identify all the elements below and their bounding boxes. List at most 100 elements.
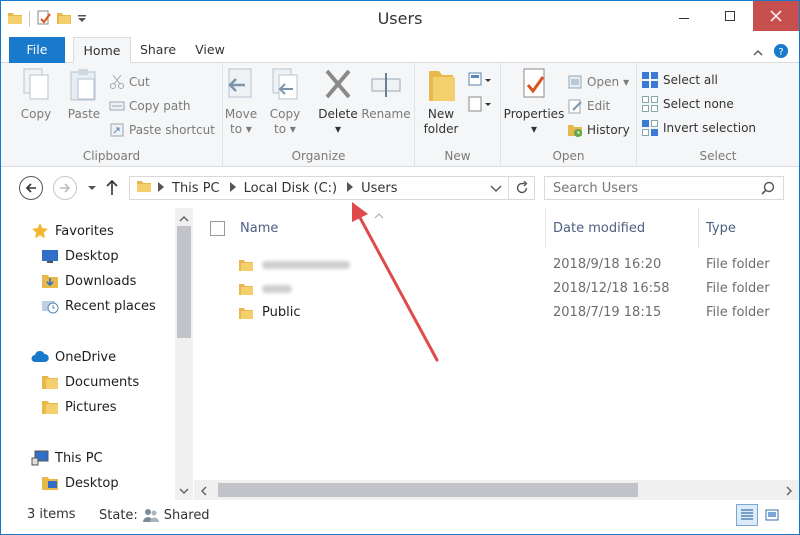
tab-share[interactable]: Share bbox=[133, 37, 183, 63]
redacted-name bbox=[262, 261, 350, 269]
tree-item-this-pc[interactable]: This PC bbox=[31, 446, 103, 470]
rename-button[interactable]: Rename bbox=[361, 67, 411, 122]
tab-home[interactable]: Home bbox=[73, 37, 131, 64]
column-header-name[interactable]: Name bbox=[240, 216, 278, 242]
search-icon[interactable] bbox=[761, 181, 775, 195]
explorer-window: Users File Home Share View ? Copy Paste … bbox=[0, 0, 800, 535]
tab-file[interactable]: File bbox=[9, 37, 65, 63]
minimize-icon bbox=[679, 18, 689, 19]
tab-view[interactable]: View bbox=[187, 37, 233, 63]
tree-item-recent-places[interactable]: Recent places bbox=[41, 294, 156, 318]
new-item-button[interactable] bbox=[467, 69, 493, 91]
invert-selection-button[interactable]: Invert selection bbox=[641, 117, 756, 139]
back-button[interactable] bbox=[19, 176, 43, 200]
nav-pane-scrollbar[interactable] bbox=[175, 208, 193, 500]
copy-to-icon bbox=[272, 68, 298, 100]
collapse-ribbon-icon[interactable] bbox=[753, 46, 763, 60]
paste-button[interactable]: Paste bbox=[61, 67, 107, 122]
table-row[interactable]: 2018/9/18 16:20 File folder bbox=[194, 253, 799, 277]
address-bar[interactable]: This PC Local Disk (C:) Users bbox=[129, 176, 509, 200]
invert-selection-icon bbox=[642, 120, 658, 136]
tree-item-desktop[interactable]: Desktop bbox=[41, 244, 119, 268]
downloads-folder-icon bbox=[42, 275, 58, 288]
select-group: Select all Select none Invert selection … bbox=[637, 63, 799, 167]
desktop-icon bbox=[42, 250, 58, 263]
chevron-right-icon bbox=[158, 181, 164, 196]
search-box[interactable] bbox=[544, 176, 784, 200]
copy-button[interactable]: Copy bbox=[13, 67, 59, 122]
copy-to-button[interactable]: Copy to ▾ bbox=[267, 67, 303, 137]
desktop-folder-icon bbox=[42, 477, 58, 490]
breadcrumb-this-pc[interactable]: This PC bbox=[158, 181, 220, 196]
select-all-checkbox[interactable] bbox=[210, 221, 225, 236]
open-button[interactable]: Open ▾ bbox=[567, 71, 629, 93]
tree-item-documents[interactable]: Documents bbox=[41, 370, 139, 394]
minimize-button[interactable] bbox=[661, 1, 707, 31]
scroll-right-arrow[interactable] bbox=[785, 485, 793, 499]
tree-item-onedrive[interactable]: OneDrive bbox=[31, 345, 116, 369]
easy-access-button[interactable] bbox=[467, 93, 493, 115]
table-row[interactable]: 2018/12/18 16:58 File folder bbox=[194, 277, 799, 301]
sort-arrow-icon bbox=[374, 208, 384, 222]
column-header-date-modified[interactable]: Date modified bbox=[553, 216, 645, 242]
type-cell: File folder bbox=[706, 281, 770, 296]
close-icon bbox=[770, 10, 782, 22]
date-cell: 2018/7/19 18:15 bbox=[553, 305, 662, 320]
scroll-down-arrow[interactable] bbox=[179, 484, 189, 498]
cloud-icon bbox=[31, 350, 49, 362]
forward-button[interactable] bbox=[53, 176, 77, 200]
properties-button[interactable]: Properties ▾ bbox=[503, 67, 565, 137]
maximize-button[interactable] bbox=[707, 1, 753, 31]
cut-button[interactable]: Cut bbox=[109, 71, 150, 93]
tree-item-downloads[interactable]: Downloads bbox=[41, 269, 136, 293]
help-icon[interactable]: ? bbox=[773, 43, 789, 62]
scroll-thumb[interactable] bbox=[177, 226, 191, 338]
file-list-horizontal-scrollbar[interactable] bbox=[194, 480, 799, 500]
arrow-left-icon bbox=[25, 183, 36, 193]
breadcrumb-users[interactable]: Users bbox=[347, 181, 398, 196]
search-input[interactable] bbox=[545, 177, 745, 199]
column-header-type[interactable]: Type bbox=[706, 216, 736, 242]
folder-icon bbox=[42, 376, 58, 389]
history-button[interactable]: History bbox=[567, 119, 630, 141]
users-icon bbox=[142, 509, 159, 522]
organize-group-label: Organize bbox=[291, 149, 346, 163]
share-state: State: Shared bbox=[99, 507, 210, 523]
recent-locations-dropdown[interactable] bbox=[87, 182, 97, 196]
new-folder-button[interactable]: New folder bbox=[419, 67, 463, 137]
large-icons-view-button[interactable] bbox=[761, 504, 783, 526]
edit-button[interactable]: Edit bbox=[567, 95, 610, 117]
select-all-button[interactable]: Select all bbox=[641, 69, 718, 91]
tree-item-favorites[interactable]: Favorites bbox=[31, 219, 114, 243]
breadcrumb-local-disk[interactable]: Local Disk (C:) bbox=[229, 181, 337, 196]
arrow-up-icon bbox=[106, 179, 118, 195]
tree-item-pictures[interactable]: Pictures bbox=[41, 395, 116, 419]
edit-icon bbox=[568, 99, 582, 114]
star-icon bbox=[32, 223, 48, 239]
copy-path-icon bbox=[109, 101, 125, 111]
clipboard-group-label: Clipboard bbox=[82, 149, 141, 163]
close-button[interactable] bbox=[753, 1, 799, 31]
address-history-dropdown[interactable] bbox=[490, 183, 502, 198]
new-group: New folder New bbox=[415, 63, 501, 167]
details-view-button[interactable] bbox=[736, 504, 758, 526]
select-none-icon bbox=[642, 96, 658, 112]
chevron-down-icon bbox=[179, 488, 189, 494]
move-to-button[interactable]: Move to ▾ bbox=[223, 67, 259, 137]
scroll-thumb[interactable] bbox=[218, 483, 638, 497]
scroll-up-arrow[interactable] bbox=[179, 212, 189, 226]
copy-path-button[interactable]: Copy path bbox=[109, 95, 191, 117]
scroll-left-arrow[interactable] bbox=[200, 485, 208, 499]
paste-shortcut-button[interactable]: Paste shortcut bbox=[109, 119, 215, 141]
column-divider[interactable] bbox=[545, 208, 546, 248]
select-none-button[interactable]: Select none bbox=[641, 93, 734, 115]
tree-item-pc-desktop[interactable]: Desktop bbox=[41, 471, 119, 495]
file-name-cell bbox=[238, 253, 350, 277]
new-item-icon bbox=[468, 72, 491, 86]
status-bar: 3 items State: Shared bbox=[1, 501, 799, 534]
column-divider[interactable] bbox=[698, 208, 699, 248]
delete-button[interactable]: Delete ▾ bbox=[317, 67, 359, 137]
table-row[interactable]: Public 2018/7/19 18:15 File folder bbox=[194, 301, 799, 325]
refresh-button[interactable] bbox=[509, 176, 535, 200]
up-button[interactable] bbox=[105, 178, 119, 199]
